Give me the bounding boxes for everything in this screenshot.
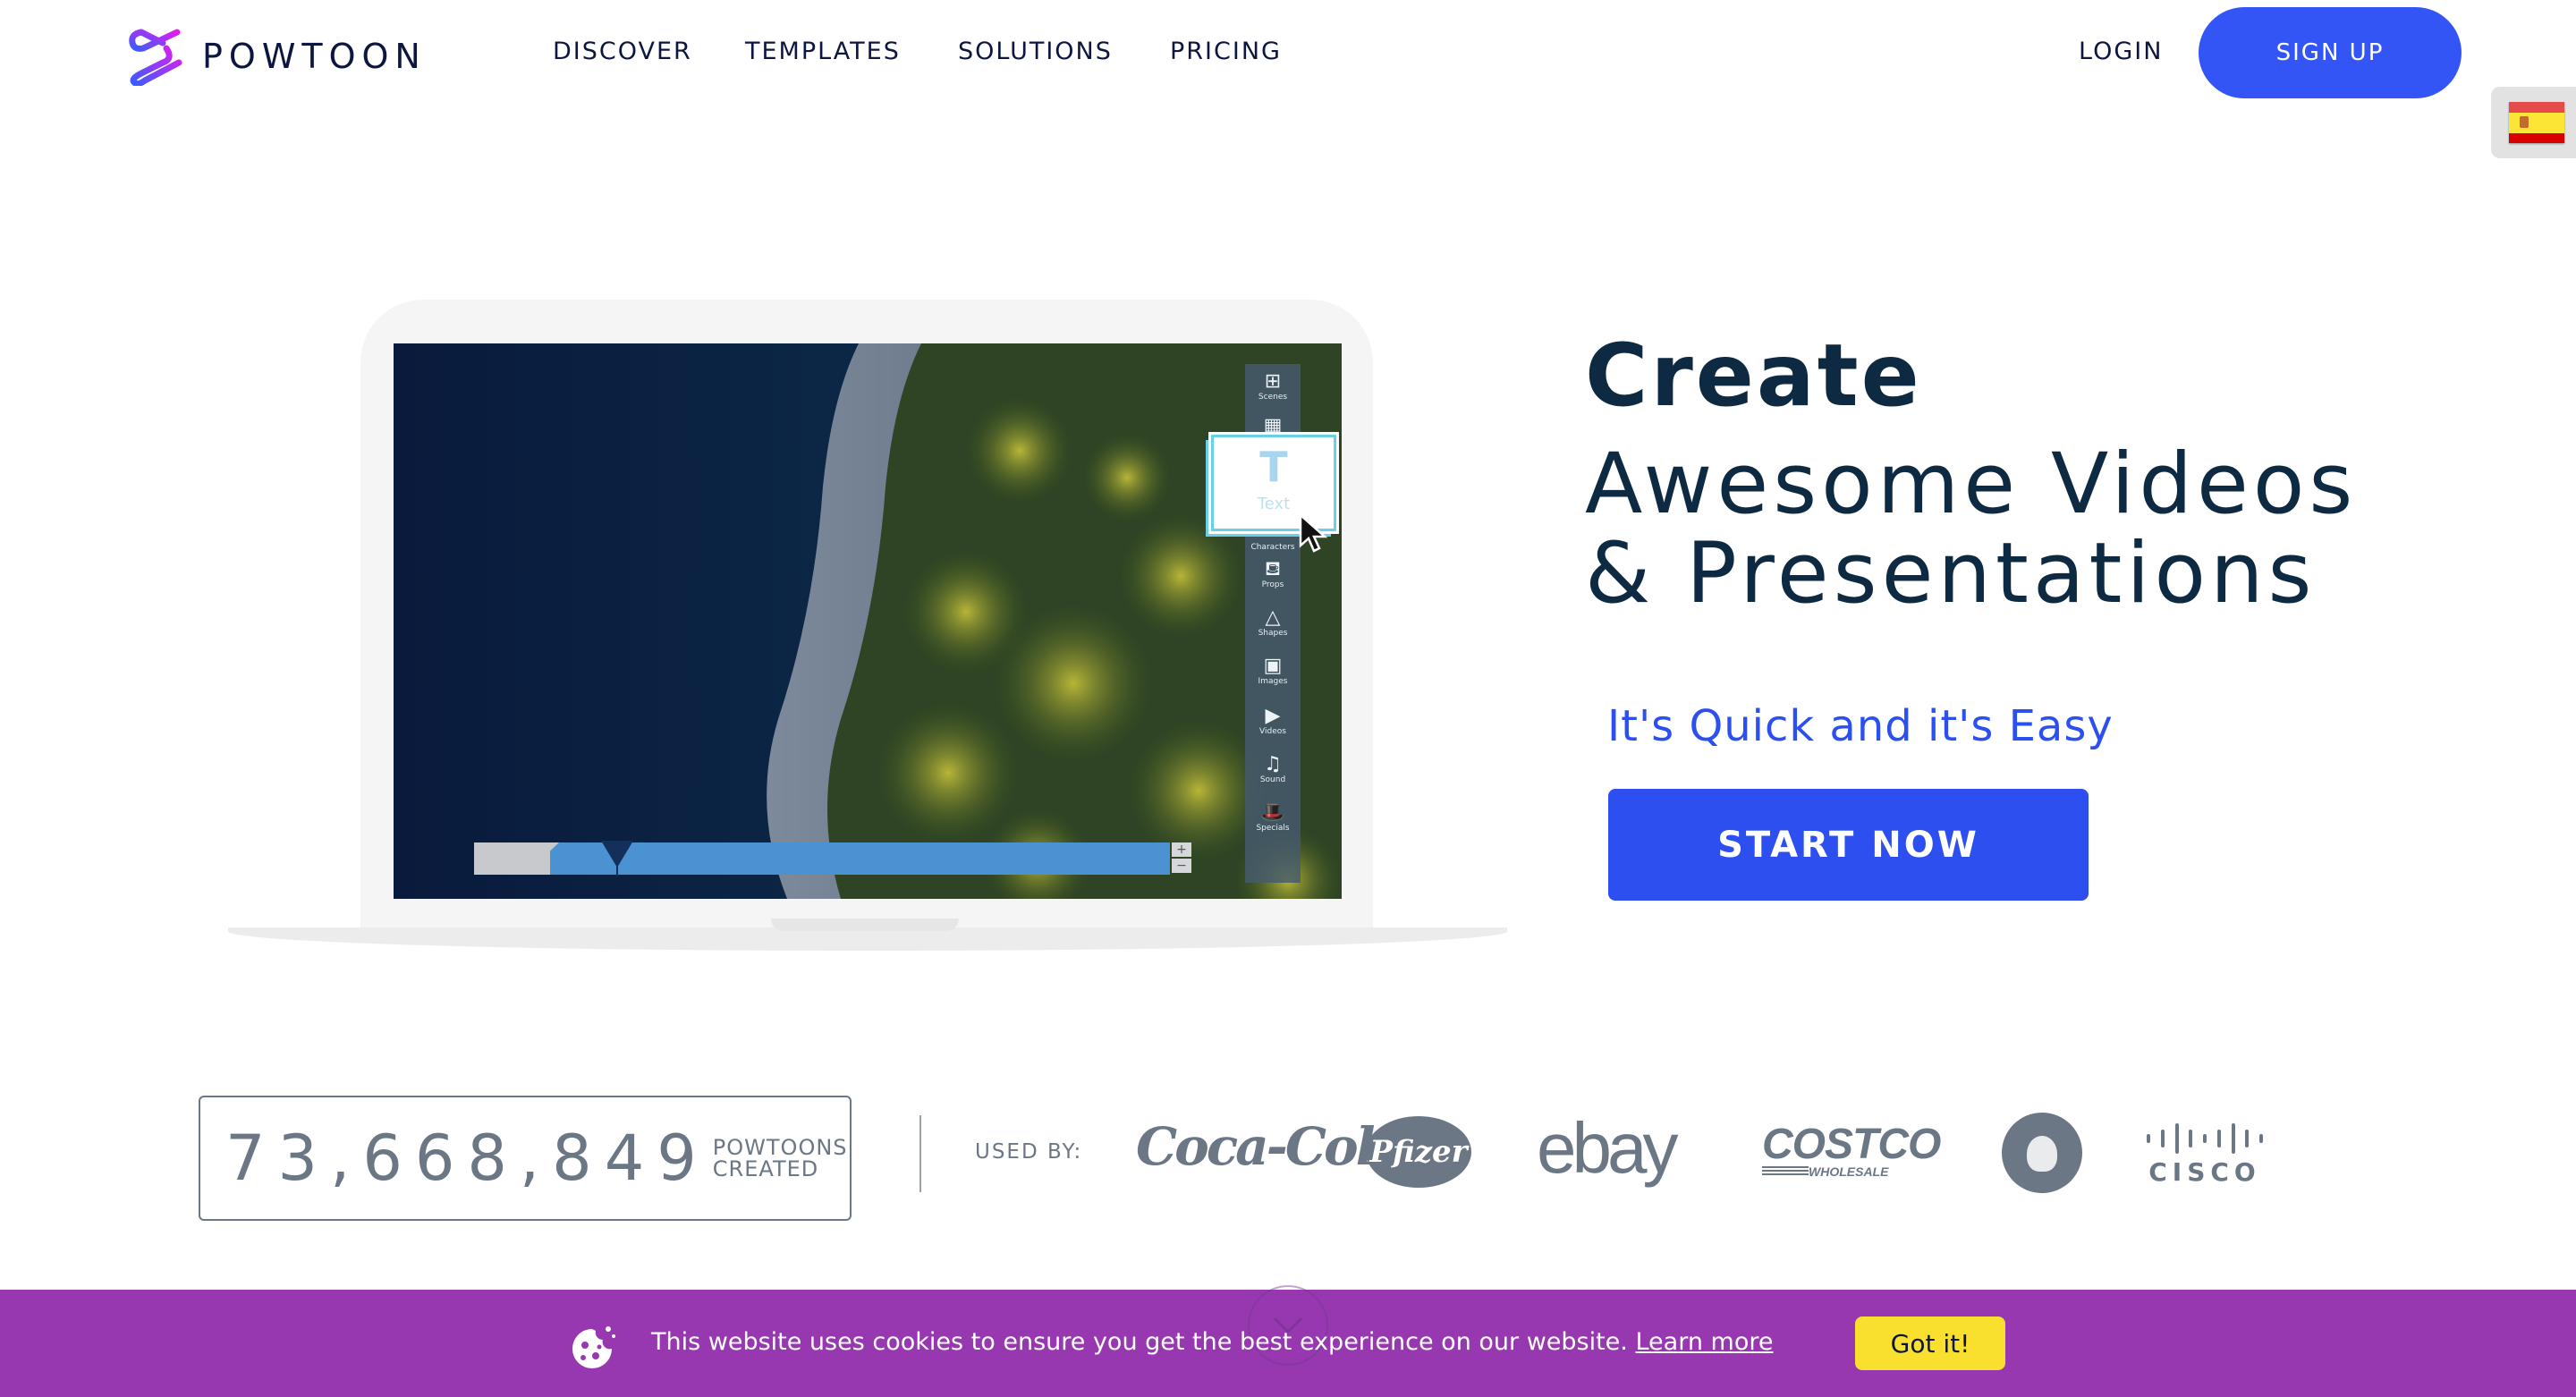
- mouse-cursor-icon: [1299, 513, 1328, 553]
- scenes-icon: ⊞: [1264, 370, 1282, 393]
- ebay-logo: ebay: [1537, 1108, 1679, 1188]
- timeline-zoom-in-button[interactable]: +: [1172, 842, 1191, 857]
- nav-solutions[interactable]: SOLUTIONS: [958, 38, 1113, 65]
- hero-subtitle: It's Quick and it's Easy: [1607, 701, 2114, 751]
- logo-wordmark: POWTOON: [202, 37, 427, 76]
- tool-shapes[interactable]: △ Shapes: [1245, 606, 1301, 639]
- starbucks-logo: [2002, 1113, 2082, 1193]
- shapes-icon: △: [1265, 606, 1281, 629]
- language-selector[interactable]: [2491, 87, 2576, 158]
- aerial-forest-image: [394, 343, 1342, 899]
- videos-icon: ▶: [1265, 705, 1281, 727]
- hero-title-bold: Create: [1585, 326, 1922, 426]
- powtoon-logo[interactable]: POWTOON: [127, 27, 427, 86]
- props-icon: ⛾: [1265, 558, 1281, 580]
- stats-divider: [919, 1115, 921, 1192]
- tool-videos[interactable]: ▶ Videos: [1245, 705, 1301, 737]
- start-now-button[interactable]: START NOW: [1608, 789, 2089, 901]
- tool-scenes[interactable]: ⊞ Scenes: [1245, 371, 1301, 402]
- pfizer-logo: Pfizer: [1366, 1116, 1471, 1188]
- nav-pricing[interactable]: PRICING: [1170, 38, 1282, 65]
- nav-discover[interactable]: DISCOVER: [553, 38, 692, 65]
- specials-icon: 🎩: [1260, 801, 1285, 824]
- spain-flag-icon: [2509, 102, 2564, 143]
- powtoons-count: 73,668,849: [225, 1122, 709, 1195]
- editor-preview-video[interactable]: [394, 343, 1342, 899]
- cookie-icon: [572, 1326, 615, 1368]
- tool-characters[interactable]: Characters: [1245, 543, 1301, 552]
- costco-logo: COSTCO WHOLESALE: [1762, 1121, 1941, 1179]
- text-icon: T: [1259, 443, 1288, 491]
- coca-cola-logo: Coca-Cola: [1136, 1116, 1406, 1177]
- powtoons-counter: 73,668,849 POWTOONS CREATED: [199, 1096, 852, 1221]
- timeline-bar[interactable]: [474, 842, 1170, 875]
- timeline-zoom-out-button[interactable]: −: [1172, 859, 1191, 873]
- laptop-notch: [771, 919, 959, 931]
- text-tool-label: Text: [1257, 495, 1291, 513]
- sound-icon: ♫: [1264, 753, 1282, 775]
- nav-templates[interactable]: TEMPLATES: [745, 38, 901, 65]
- powtoon-logo-icon: [129, 29, 182, 86]
- signup-button[interactable]: SIGN UP: [2199, 7, 2462, 98]
- tool-images[interactable]: ▣ Images: [1245, 655, 1301, 687]
- used-by-label: USED BY:: [975, 1140, 1083, 1164]
- cookie-message: This website uses cookies to ensure you …: [651, 1328, 1774, 1356]
- learn-more-link[interactable]: Learn more: [1635, 1328, 1773, 1356]
- tool-props[interactable]: ⛾ Props: [1245, 558, 1301, 590]
- cisco-logo: CISCO: [2147, 1123, 2263, 1187]
- accept-cookies-button[interactable]: Got it!: [1855, 1317, 2005, 1370]
- tool-sound[interactable]: ♫ Sound: [1245, 753, 1301, 785]
- powtoons-count-label: POWTOONS CREATED: [712, 1135, 848, 1181]
- login-link[interactable]: LOGIN: [2079, 38, 2163, 65]
- tool-specials[interactable]: 🎩 Specials: [1245, 801, 1301, 834]
- hero-title-line2: & Presentations: [1585, 525, 2317, 622]
- hero-title-line1: Awesome Videos: [1585, 436, 2358, 533]
- playhead-line: [616, 859, 618, 876]
- images-icon: ▣: [1263, 655, 1283, 677]
